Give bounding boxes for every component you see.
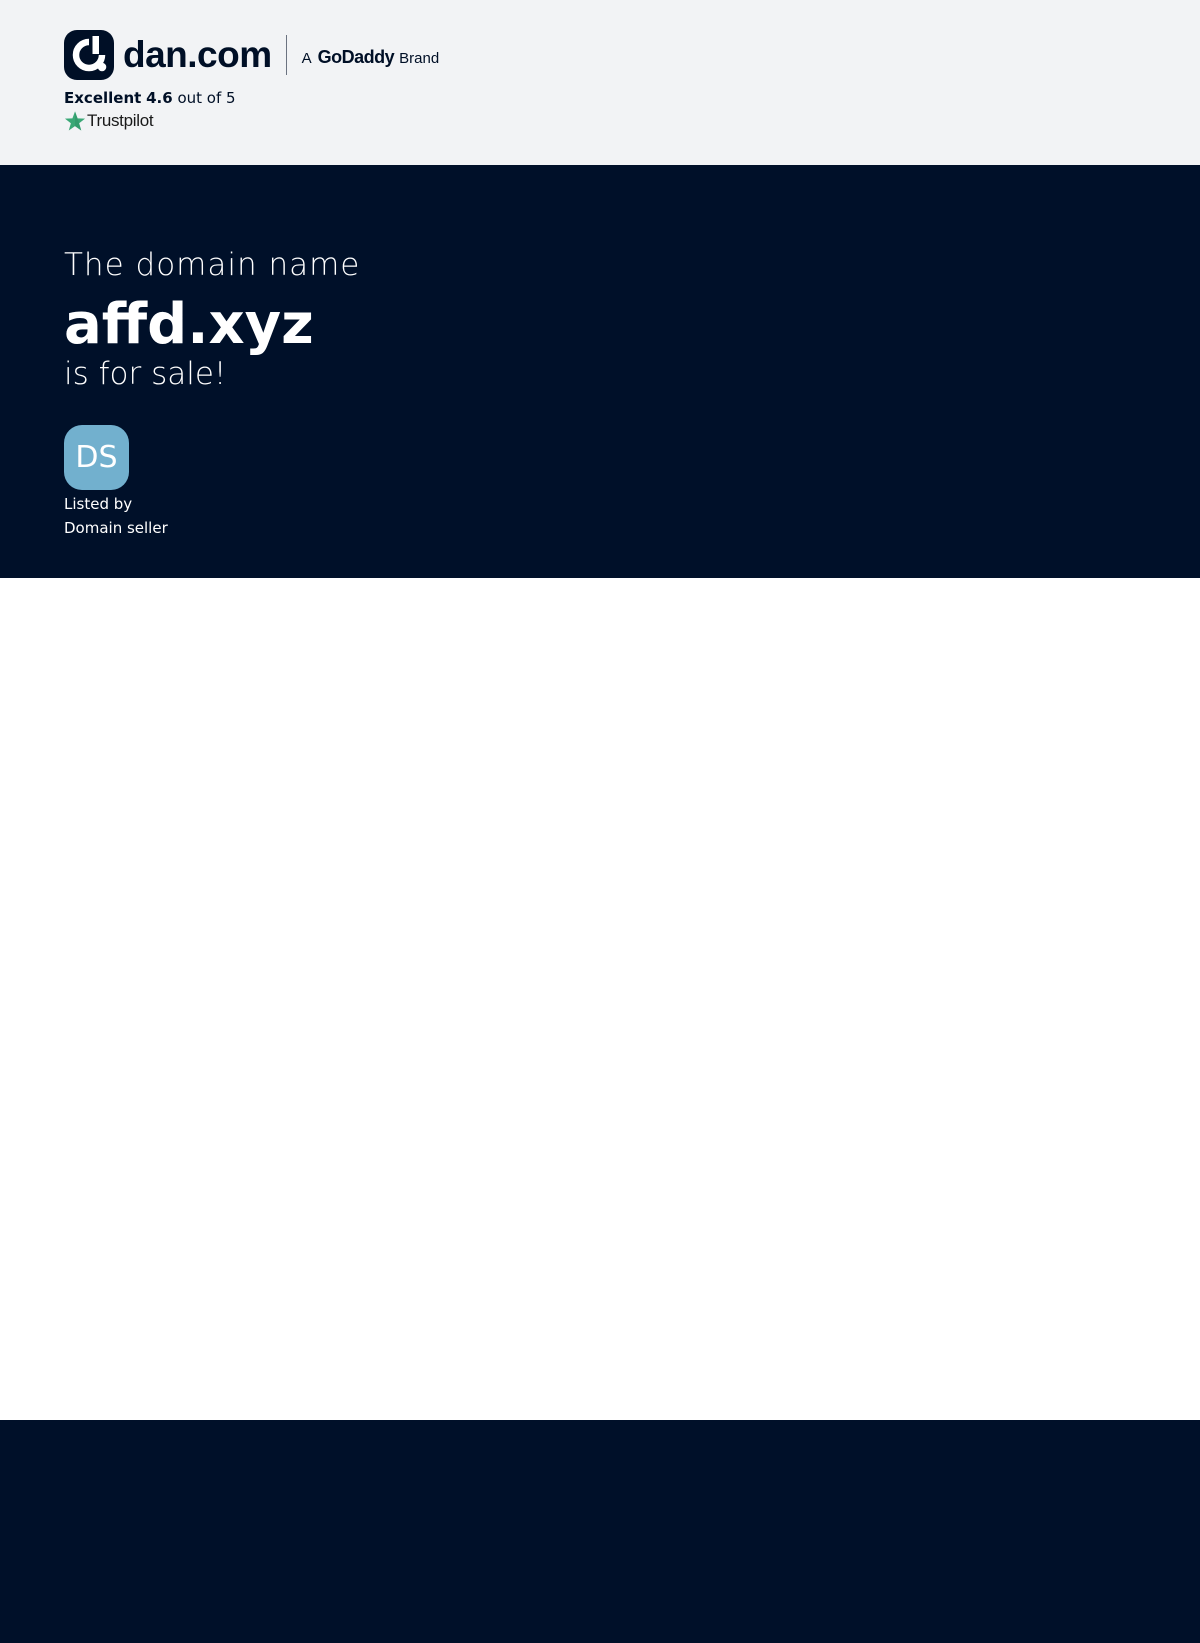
trustpilot-star-icon xyxy=(64,111,86,131)
site-header: dan.com A GoDaddy Brand Excellent 4.6 ou… xyxy=(0,0,1200,165)
trustpilot-logo[interactable]: Trustpilot xyxy=(64,110,154,132)
logo-row[interactable]: dan.com A GoDaddy Brand xyxy=(64,30,439,80)
brand-suffix: Brand xyxy=(399,49,440,67)
brand-godaddy-name: GoDaddy xyxy=(317,46,395,67)
rating-score: 4.6 xyxy=(146,89,173,107)
logo-wordmark[interactable]: dan.com xyxy=(123,30,272,80)
trustpilot-rating[interactable]: Excellent 4.6 out of 5 xyxy=(64,88,236,108)
hero-intro: The domain name xyxy=(64,247,361,283)
godaddy-brand-tag: A GoDaddy Brand xyxy=(302,43,440,68)
rating-suffix: out of 5 xyxy=(177,89,236,107)
for-sale-text: is for sale! xyxy=(64,356,227,392)
seller-name: Domain seller xyxy=(64,519,168,537)
listed-by-label: Listed by xyxy=(64,495,133,513)
dan-logo-icon[interactable] xyxy=(64,30,114,80)
domain-name: affd.xyz xyxy=(64,292,314,357)
site-footer xyxy=(0,1420,1200,1643)
main-content-area xyxy=(0,578,1200,1420)
trustpilot-label: Trustpilot xyxy=(87,111,154,130)
rating-label: Excellent xyxy=(64,89,142,107)
hero-section: The domain name affd.xyz is for sale! DS… xyxy=(0,165,1200,578)
logo-divider xyxy=(285,35,287,75)
brand-prefix: A xyxy=(301,49,312,67)
seller-avatar: DS xyxy=(64,425,129,490)
